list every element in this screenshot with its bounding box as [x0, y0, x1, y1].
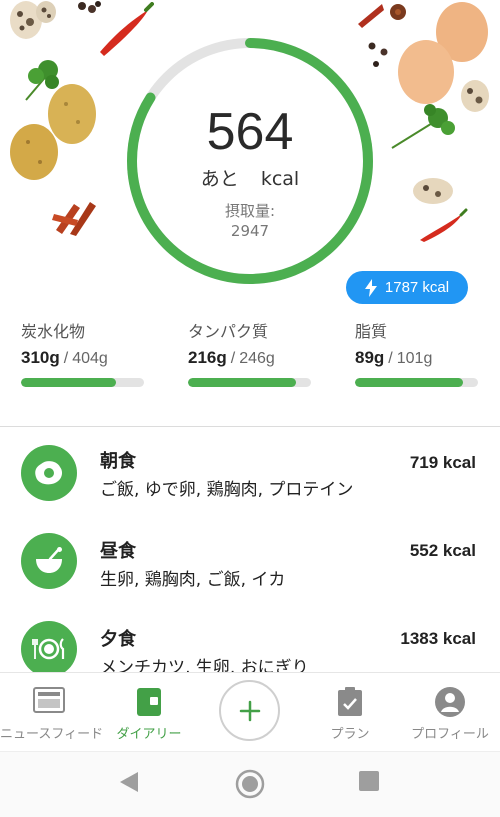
nav-profile[interactable]: プロフィール — [404, 673, 496, 751]
parsley-decoration — [391, 104, 455, 149]
meal-calories: 719 kcal — [409, 453, 476, 472]
meal-calories: 1383 kcal — [400, 629, 476, 648]
meal-items: 生卵, 鶏胸肉, ご飯, イカ — [100, 570, 286, 590]
macro-carbs[interactable]: 炭水化物 310g/404g — [21, 318, 144, 387]
meal-name: 昼食 — [100, 541, 136, 562]
nav-newsfeed[interactable]: ニュースフィード — [0, 673, 104, 751]
macro-name: 炭水化物 — [21, 322, 86, 341]
macro-name: タンパク質 — [188, 322, 269, 341]
add-entry-button[interactable] — [219, 680, 280, 741]
macro-nutrients: 炭水化物 310g/404g タンパク質 216g/246g 脂質 89g/10… — [0, 318, 500, 424]
meal-row-dinner[interactable]: 夕食 メンチカツ, 生卵, おにぎり 1383 kcal — [0, 607, 500, 672]
macro-progress-fill — [188, 378, 297, 387]
quail-egg-decoration-right — [461, 80, 489, 112]
macro-progress-fill — [21, 378, 116, 387]
macro-target: 404g — [72, 350, 108, 367]
diary-icon — [137, 688, 161, 716]
macro-amount: 310g/404g — [21, 348, 108, 367]
nav-label: ニュースフィード — [0, 727, 104, 742]
plus-icon — [239, 700, 260, 721]
egg-icon — [21, 445, 77, 501]
profile-avatar-icon — [435, 687, 465, 717]
consumed-value: 2947 — [230, 222, 270, 240]
macro-consumed: 216g — [188, 348, 227, 367]
consumed-label: 摂取量: — [224, 202, 276, 220]
macro-name: 脂質 — [355, 322, 388, 341]
home-circle-icon[interactable] — [234, 768, 266, 800]
nav-plan[interactable]: プラン — [302, 673, 398, 751]
calorie-summary: 564 あと kcal 摂取量: 2947 1787 kcal — [0, 0, 500, 312]
bowl-icon — [21, 533, 77, 589]
meal-items: ご飯, ゆで卵, 鶏胸肉, プロテイン — [100, 480, 354, 500]
macro-amount: 216g/246g — [188, 348, 275, 367]
meal-name: 朝食 — [100, 451, 136, 472]
lightning-icon — [364, 278, 377, 297]
meal-list: 朝食 ご飯, ゆで卵, 鶏胸肉, プロテイン 719 kcal 昼食 生卵, 鶏… — [0, 427, 500, 672]
macro-target: 246g — [239, 350, 275, 367]
macro-protein[interactable]: タンパク質 216g/246g — [188, 318, 311, 387]
potato-decoration — [10, 84, 96, 180]
meal-row-lunch[interactable]: 昼食 生卵, 鶏胸肉, ご飯, イカ 552 kcal — [0, 517, 500, 605]
macro-target: 101g — [396, 350, 433, 367]
nav-label: ダイアリー — [116, 727, 182, 742]
clipboard-icon — [338, 687, 362, 716]
macro-amount: 89g/101g — [355, 348, 433, 367]
macro-progress-bar — [21, 378, 144, 387]
ring-center: 564 あと kcal 摂取量: 2947 — [125, 36, 375, 286]
dried-chili-decoration — [52, 202, 96, 236]
meal-items: メンチカツ, 生卵, おにぎり — [100, 658, 309, 672]
macro-progress-bar — [355, 378, 478, 387]
quail-egg-decoration-bottom — [413, 178, 453, 204]
remaining-calories-label: あと kcal — [125, 164, 375, 191]
meal-row-breakfast[interactable]: 朝食 ご飯, ゆで卵, 鶏胸肉, プロテイン 719 kcal — [0, 427, 500, 515]
macro-progress-bar — [188, 378, 311, 387]
macro-consumed: 89g — [355, 348, 385, 367]
plate-icon — [21, 621, 77, 672]
chili-decoration-right — [420, 208, 468, 242]
nav-label: プロフィール — [411, 727, 489, 742]
macro-consumed: 310g — [21, 348, 60, 367]
remaining-prefix: あと — [200, 168, 239, 190]
meal-name: 夕食 — [100, 629, 136, 650]
nav-label: プラン — [330, 727, 370, 742]
remaining-calories-value: 564 — [206, 103, 294, 161]
burned-calories-badge[interactable]: 1787 kcal — [346, 271, 468, 304]
meal-calories: 552 kcal — [409, 541, 476, 560]
back-triangle-icon[interactable] — [118, 770, 140, 794]
remaining-unit: kcal — [260, 168, 300, 190]
burned-calories-label: 1787 kcal — [384, 279, 450, 296]
macro-fat[interactable]: 脂質 89g/101g — [355, 318, 478, 387]
system-navigation-bar — [0, 751, 500, 817]
macro-progress-fill — [355, 378, 464, 387]
newsfeed-icon — [33, 687, 65, 713]
recents-square-icon[interactable] — [358, 770, 380, 792]
nav-diary[interactable]: ダイアリー — [104, 673, 194, 751]
quail-egg-decoration — [10, 1, 56, 39]
